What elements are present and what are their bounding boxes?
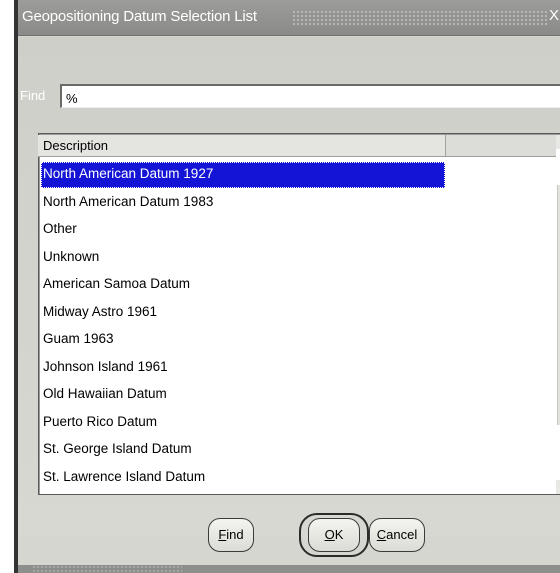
column-header-filler <box>446 135 556 156</box>
ok-button-accel: O <box>324 527 335 542</box>
window-title: Geopositioning Datum Selection List <box>22 8 257 25</box>
background-strip <box>0 0 14 573</box>
list-item[interactable]: North American Datum 1983 <box>41 190 445 216</box>
list-item[interactable]: Puerto Rico Datum <box>41 410 445 436</box>
list-item[interactable]: St. Lawrence Island Datum <box>41 465 445 491</box>
column-header-description[interactable]: Description <box>38 135 446 156</box>
cancel-button-label: ancel <box>386 527 418 542</box>
status-bar-texture <box>32 565 182 573</box>
find-input[interactable] <box>60 84 560 108</box>
find-button[interactable]: Find <box>208 518 254 552</box>
find-label: Find <box>20 88 46 103</box>
cancel-button-accel: C <box>376 527 387 542</box>
ok-button[interactable]: OK <box>308 518 360 552</box>
scroll-down-icon[interactable]: ▼ <box>556 480 560 494</box>
list-item[interactable]: Old Hawaiian Datum <box>41 382 445 408</box>
list-item[interactable]: Guam 1963 <box>41 327 445 353</box>
ok-button-label: K <box>334 527 344 542</box>
datum-selection-dialog: Geopositioning Datum Selection List X Fi… <box>18 0 560 573</box>
cancel-button[interactable]: Cancel <box>369 518 425 552</box>
title-bar[interactable]: Geopositioning Datum Selection List X <box>18 0 560 36</box>
vertical-scrollbar[interactable]: ▲ ▼ <box>556 135 560 494</box>
list-header: Description <box>38 135 556 157</box>
list-item[interactable]: American Samoa Datum <box>41 272 445 298</box>
list-item[interactable]: Midway Astro 1961 <box>41 300 445 326</box>
close-icon[interactable]: X <box>549 7 559 24</box>
list-item[interactable]: St. George Island Datum <box>41 437 445 463</box>
list-item[interactable]: Unknown <box>41 245 445 271</box>
scroll-up-icon[interactable]: ▲ <box>556 135 560 149</box>
find-button-label: ind <box>226 527 244 542</box>
list-item[interactable]: North American Datum 1927 <box>41 162 445 188</box>
list-item[interactable]: Other <box>41 217 445 243</box>
title-bar-texture <box>292 10 548 26</box>
list-item[interactable]: Johnson Island 1961 <box>41 355 445 381</box>
